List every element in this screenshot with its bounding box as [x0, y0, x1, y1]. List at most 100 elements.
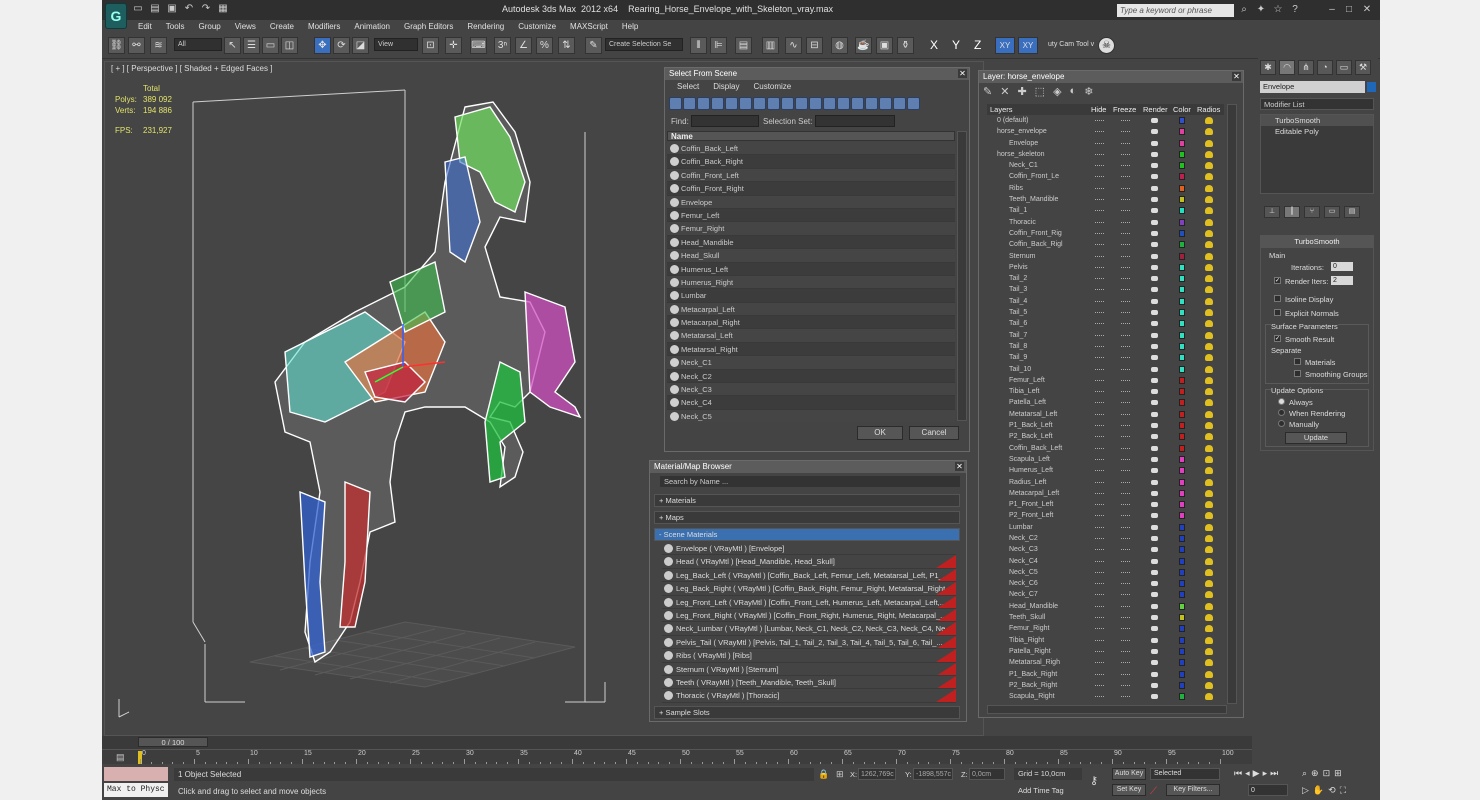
render-teapot-icon[interactable]: [1151, 468, 1158, 474]
hide-toggle[interactable]: [1095, 515, 1104, 517]
layer-row[interactable]: Neck_C1: [987, 160, 1224, 171]
hide-toggle[interactable]: [1095, 232, 1104, 235]
bind-space-warp-icon[interactable]: ≋: [150, 37, 167, 54]
render-teapot-icon[interactable]: [1151, 445, 1158, 451]
render-teapot-icon[interactable]: [1151, 253, 1158, 259]
layer-color-swatch[interactable]: [1179, 433, 1185, 441]
freeze-toggle[interactable]: [1121, 515, 1130, 517]
layer-name[interactable]: Pelvis: [1009, 262, 1099, 273]
layer-color-swatch[interactable]: [1179, 263, 1185, 271]
axis-xy-cycle-button[interactable]: XY: [1018, 37, 1038, 54]
freeze-toggle[interactable]: [1121, 142, 1130, 145]
layer-row[interactable]: Tail_1: [987, 205, 1224, 216]
render-teapot-icon[interactable]: [1151, 129, 1158, 135]
radiosity-icon[interactable]: [1205, 128, 1213, 136]
render-teapot-icon[interactable]: [1151, 682, 1158, 688]
frozen-filter-icon[interactable]: [809, 97, 822, 110]
layer-color-swatch[interactable]: [1179, 580, 1185, 588]
freeze-toggle[interactable]: [1121, 312, 1130, 314]
radiosity-icon[interactable]: [1205, 196, 1213, 204]
mini-curve-editor-icon[interactable]: ▤: [116, 752, 128, 762]
radiosity-icon[interactable]: [1205, 681, 1213, 689]
freeze-toggle[interactable]: [1121, 379, 1130, 382]
layer-name[interactable]: Metatarsal_Left: [1009, 409, 1099, 420]
edit-named-sets-icon[interactable]: ✎: [585, 37, 602, 54]
render-teapot-icon[interactable]: [1151, 637, 1158, 643]
render-teapot-icon[interactable]: [1151, 321, 1158, 327]
ok-button[interactable]: OK: [857, 426, 903, 440]
render-teapot-icon[interactable]: [1151, 310, 1158, 316]
radiosity-icon[interactable]: [1205, 309, 1213, 317]
radiosity-icon[interactable]: [1205, 173, 1213, 181]
layer-row[interactable]: Head_Mandible: [987, 601, 1224, 612]
render-teapot-icon[interactable]: [1151, 264, 1158, 270]
set-key-button[interactable]: Set Key: [1112, 784, 1146, 796]
radiosity-icon[interactable]: [1205, 422, 1213, 430]
hide-toggle[interactable]: [1095, 537, 1104, 540]
freeze-toggle[interactable]: [1121, 526, 1130, 529]
hide-toggle[interactable]: [1095, 673, 1104, 676]
layer-manager-icon[interactable]: ▤: [735, 37, 752, 54]
smoothing-groups-checkbox[interactable]: [1294, 370, 1301, 377]
radiosity-icon[interactable]: [1205, 433, 1213, 441]
hierarchy-tab-icon[interactable]: ⋔: [1298, 60, 1314, 75]
render-teapot-icon[interactable]: [1151, 174, 1158, 180]
reference-coord-dropdown[interactable]: View: [374, 38, 418, 51]
layer-color-swatch[interactable]: [1179, 218, 1185, 226]
hide-toggle[interactable]: [1095, 470, 1104, 472]
configure-sets-icon[interactable]: ▤: [1344, 206, 1360, 218]
set-keys-icon[interactable]: ⟋: [1150, 786, 1162, 798]
container-filter-icon[interactable]: [795, 97, 808, 110]
layer-name[interactable]: Neck_C4: [1009, 556, 1099, 567]
move-icon[interactable]: ✥: [314, 37, 331, 54]
hide-toggle[interactable]: [1095, 368, 1104, 371]
render-teapot-icon[interactable]: [1151, 479, 1158, 485]
layer-color-swatch[interactable]: [1179, 422, 1185, 430]
freeze-toggle[interactable]: [1121, 278, 1130, 280]
render-teapot-icon[interactable]: [1151, 411, 1158, 417]
radiosity-icon[interactable]: [1205, 467, 1213, 475]
freeze-toggle[interactable]: [1121, 458, 1130, 461]
render-teapot-icon[interactable]: [1151, 535, 1158, 541]
isoline-checkbox[interactable]: [1274, 295, 1281, 302]
freeze-toggle[interactable]: [1121, 120, 1130, 122]
render-teapot-icon[interactable]: [1151, 423, 1158, 429]
layer-name[interactable]: Coffin_Back_Rigl: [1009, 239, 1099, 250]
sfs-object-item[interactable]: Envelope: [667, 195, 955, 209]
undo-icon[interactable]: ↶: [183, 3, 195, 15]
freeze-toggle[interactable]: [1121, 357, 1130, 359]
layer-name[interactable]: Teeth_Skull: [1009, 612, 1099, 623]
open-file-icon[interactable]: ▤: [149, 3, 161, 15]
hide-toggle[interactable]: [1095, 199, 1104, 201]
selection-filter-dropdown[interactable]: All: [174, 38, 222, 51]
hide-toggle[interactable]: [1095, 131, 1104, 133]
hide-toggle[interactable]: [1095, 639, 1104, 642]
layer-color-swatch[interactable]: [1179, 478, 1185, 486]
curve-editor-icon[interactable]: ∿: [785, 37, 802, 54]
layer-color-swatch[interactable]: [1179, 568, 1185, 576]
render-teapot-icon[interactable]: [1151, 151, 1158, 157]
hide-toggle[interactable]: [1095, 617, 1104, 619]
hide-toggle[interactable]: [1095, 323, 1104, 325]
layer-name[interactable]: Humerus_Left: [1009, 465, 1099, 476]
layer-row[interactable]: Tail_9: [987, 352, 1224, 363]
close-icon[interactable]: ✕: [958, 69, 967, 78]
render-teapot-icon[interactable]: [1151, 558, 1158, 564]
track-bar[interactable]: ▤ 0 5 10 15 20 25 30 35 40 45 50 55 60 65 70 75 80 85 90 95…: [102, 749, 1252, 765]
layer-row[interactable]: Sternum: [987, 251, 1224, 262]
render-iters-spinner[interactable]: 2: [1331, 276, 1353, 285]
group-filter-icon[interactable]: [753, 97, 766, 110]
explicit-normals-checkbox[interactable]: [1274, 309, 1281, 316]
shape-filter-icon[interactable]: [683, 97, 696, 110]
layer-name[interactable]: Tail_3: [1009, 284, 1099, 295]
layer-row[interactable]: Neck_C5: [987, 567, 1224, 578]
absolute-mode-icon[interactable]: ⊞: [836, 769, 846, 779]
render-teapot-icon[interactable]: [1151, 219, 1158, 225]
layer-row[interactable]: Lumbar: [987, 522, 1224, 533]
freeze-toggle[interactable]: [1121, 334, 1130, 337]
hide-toggle[interactable]: [1095, 391, 1104, 393]
layer-row[interactable]: Coffin_Back_Left: [987, 443, 1224, 454]
layer-row[interactable]: 0 (default): [987, 115, 1224, 126]
layer-color-swatch[interactable]: [1179, 399, 1185, 407]
layer-color-swatch[interactable]: [1179, 501, 1185, 509]
